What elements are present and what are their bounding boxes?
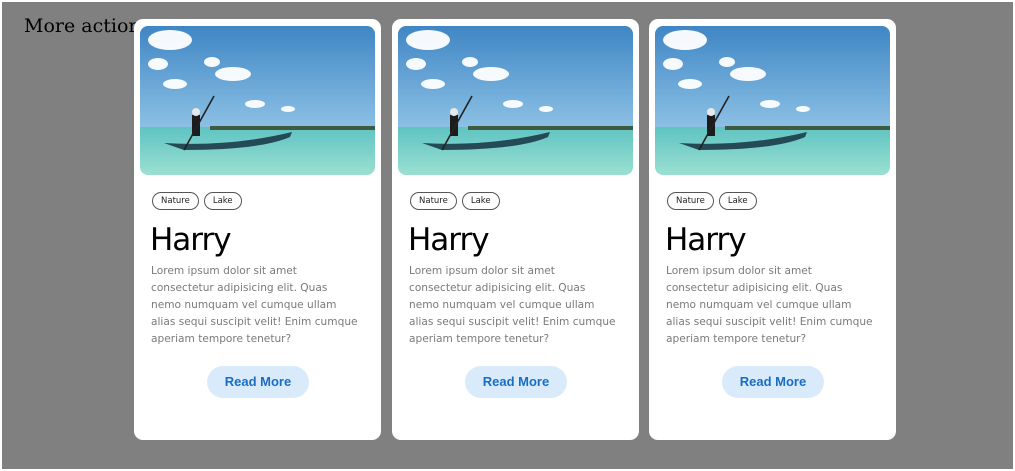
card-description: Lorem ipsum dolor sit amet consectetur a… bbox=[666, 265, 873, 345]
tag-list: Nature Lake bbox=[152, 192, 242, 210]
tag-nature[interactable]: Nature bbox=[410, 192, 457, 210]
card-description: Lorem ipsum dolor sit amet consectetur a… bbox=[151, 265, 358, 345]
card: Nature Lake Harry Lorem ipsum dolor sit … bbox=[134, 19, 381, 440]
canoe-photo bbox=[140, 26, 375, 175]
read-more-button[interactable]: Read More bbox=[207, 366, 309, 398]
tag-list: Nature Lake bbox=[667, 192, 757, 210]
read-more-button[interactable]: Read More bbox=[722, 366, 824, 398]
tag-nature[interactable]: Nature bbox=[152, 192, 199, 210]
card: Nature Lake Harry Lorem ipsum dolor sit … bbox=[392, 19, 639, 440]
canoe-photo bbox=[398, 26, 633, 175]
card-title: Harry bbox=[665, 222, 747, 258]
card-image bbox=[655, 26, 890, 175]
read-more-button[interactable]: Read More bbox=[465, 366, 567, 398]
tag-lake[interactable]: Lake bbox=[718, 192, 757, 210]
page-heading: More actions bbox=[24, 15, 151, 37]
page-backdrop: More actions Nature Lake Harry Lorem ips… bbox=[2, 2, 1013, 469]
card-title: Harry bbox=[408, 222, 490, 258]
card-description: Lorem ipsum dolor sit amet consectetur a… bbox=[409, 265, 616, 345]
tag-lake[interactable]: Lake bbox=[461, 192, 500, 210]
card-title: Harry bbox=[150, 222, 232, 258]
canoe-photo bbox=[655, 26, 890, 175]
tag-nature[interactable]: Nature bbox=[667, 192, 714, 210]
card: Nature Lake Harry Lorem ipsum dolor sit … bbox=[649, 19, 896, 440]
card-image bbox=[398, 26, 633, 175]
tag-lake[interactable]: Lake bbox=[203, 192, 242, 210]
tag-list: Nature Lake bbox=[410, 192, 500, 210]
card-image bbox=[140, 26, 375, 175]
